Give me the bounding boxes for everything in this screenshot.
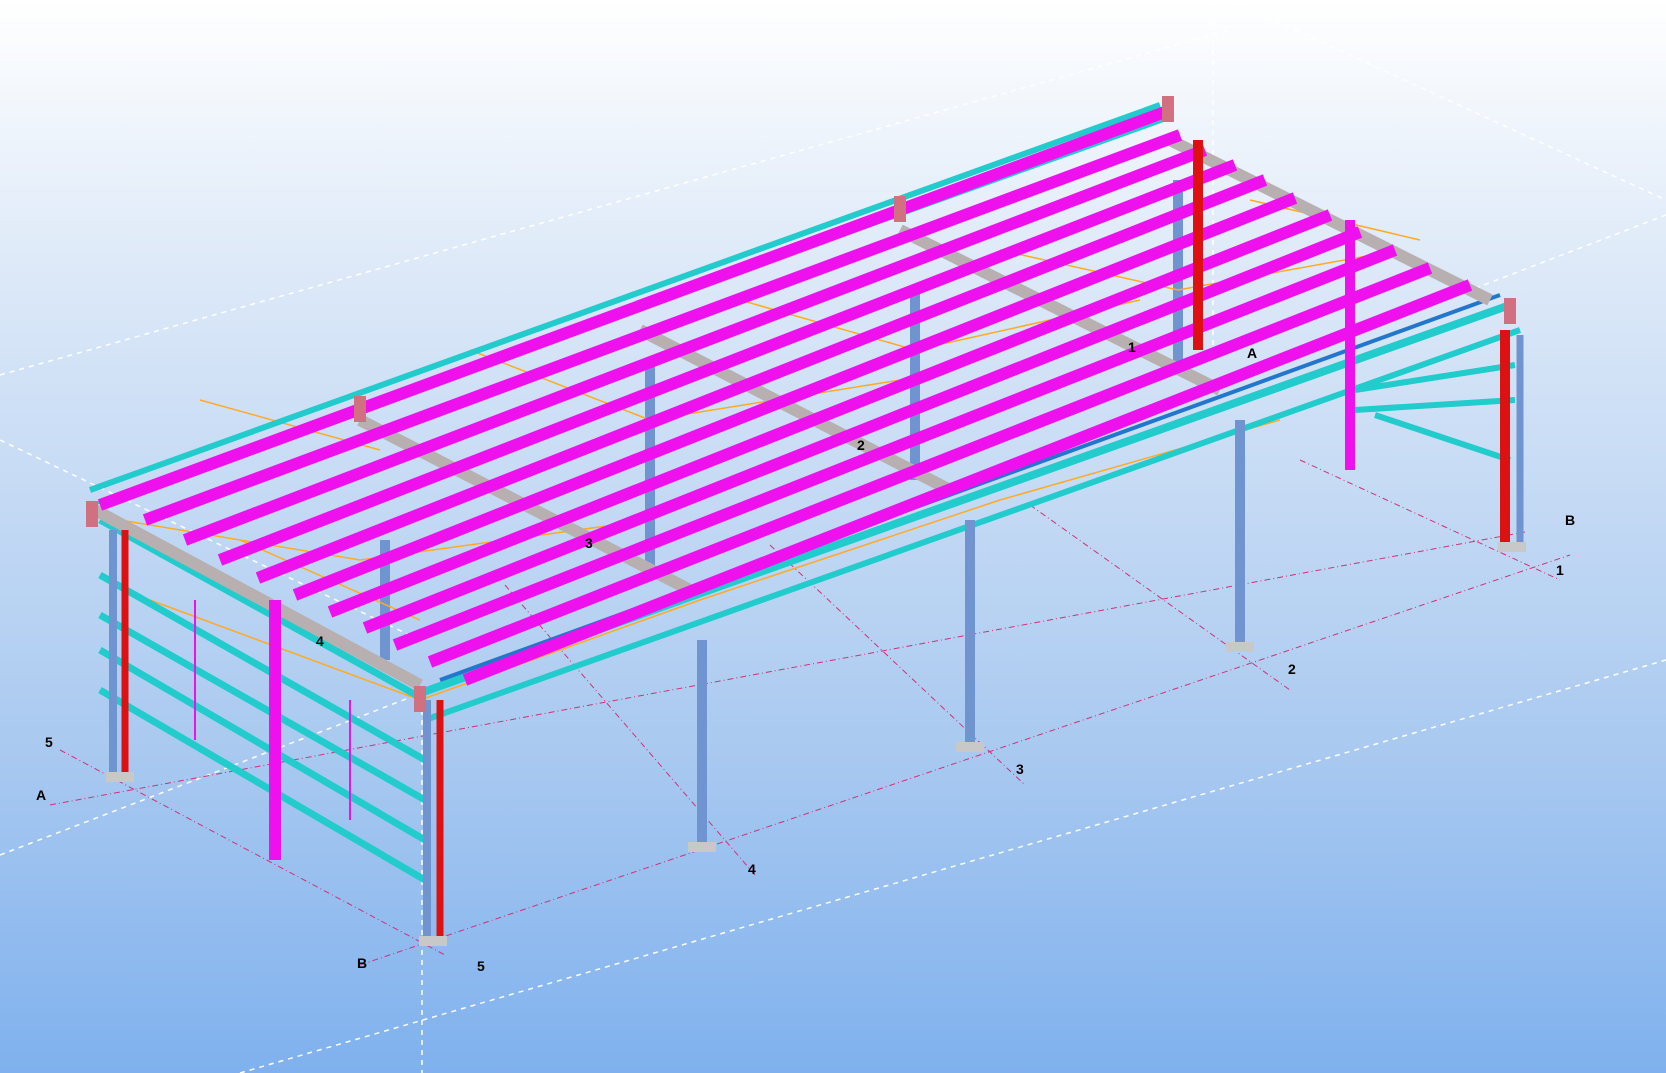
grid-label-3-roof: 3	[585, 535, 593, 551]
grid-label-1-right: 1	[1556, 562, 1564, 578]
base-plate[interactable]	[1226, 642, 1254, 652]
grid-label-2-roof: 2	[857, 437, 865, 453]
end-wall-rail[interactable]	[1374, 412, 1511, 463]
grid-label-b-front: B	[357, 955, 367, 971]
roof-purlin[interactable]	[182, 144, 1208, 546]
roof-purlin[interactable]	[292, 192, 1298, 601]
model-viewport[interactable]: B 1 2 3 4 5 B A 5 4 3 2 1 A	[0, 0, 1666, 1073]
end-plate[interactable]	[354, 396, 366, 422]
roof-purlin[interactable]	[327, 209, 1333, 618]
roof-purlin[interactable]	[255, 174, 1268, 584]
grid-label-4-roof: 4	[316, 633, 324, 649]
end-wall-rail[interactable]	[98, 611, 427, 804]
grid-label-3-front: 3	[1016, 761, 1024, 777]
end-wall-rail[interactable]	[98, 646, 427, 844]
base-plate[interactable]	[419, 936, 447, 946]
grid-label-4-front: 4	[748, 861, 756, 877]
end-plate[interactable]	[86, 501, 98, 527]
end-plate[interactable]	[894, 196, 906, 222]
base-plate[interactable]	[106, 772, 134, 782]
roof-purlin[interactable]	[217, 159, 1238, 566]
bracing-member[interactable]	[699, 499, 1001, 601]
base-plate[interactable]	[1498, 542, 1526, 552]
base-plate[interactable]	[688, 842, 716, 852]
steel-structure[interactable]	[86, 96, 1526, 946]
end-wall-rail[interactable]	[1354, 397, 1516, 413]
grid-label-5-front: 5	[477, 958, 485, 974]
grid-label-2-front: 2	[1288, 661, 1296, 677]
base-plate[interactable]	[956, 742, 984, 752]
grid-label-1-roof: 1	[1128, 339, 1136, 355]
structure-model[interactable]: B 1 2 3 4 5 B A 5 4 3 2 1 A	[0, 0, 1666, 1073]
grid-label-a-left: A	[36, 787, 46, 803]
end-wall-rail[interactable]	[98, 686, 427, 884]
end-plate[interactable]	[1504, 298, 1516, 324]
end-plate[interactable]	[1162, 96, 1174, 122]
end-plate[interactable]	[414, 686, 426, 712]
grid-labels: B 1 2 3 4 5 B A 5 4 3 2 1 A	[36, 339, 1575, 974]
grid-label-b-right: B	[1565, 512, 1575, 528]
grid-label-a-roof: A	[1247, 345, 1257, 361]
grid-label-5-left: 5	[45, 734, 53, 750]
roof-purlin[interactable]	[362, 226, 1363, 634]
